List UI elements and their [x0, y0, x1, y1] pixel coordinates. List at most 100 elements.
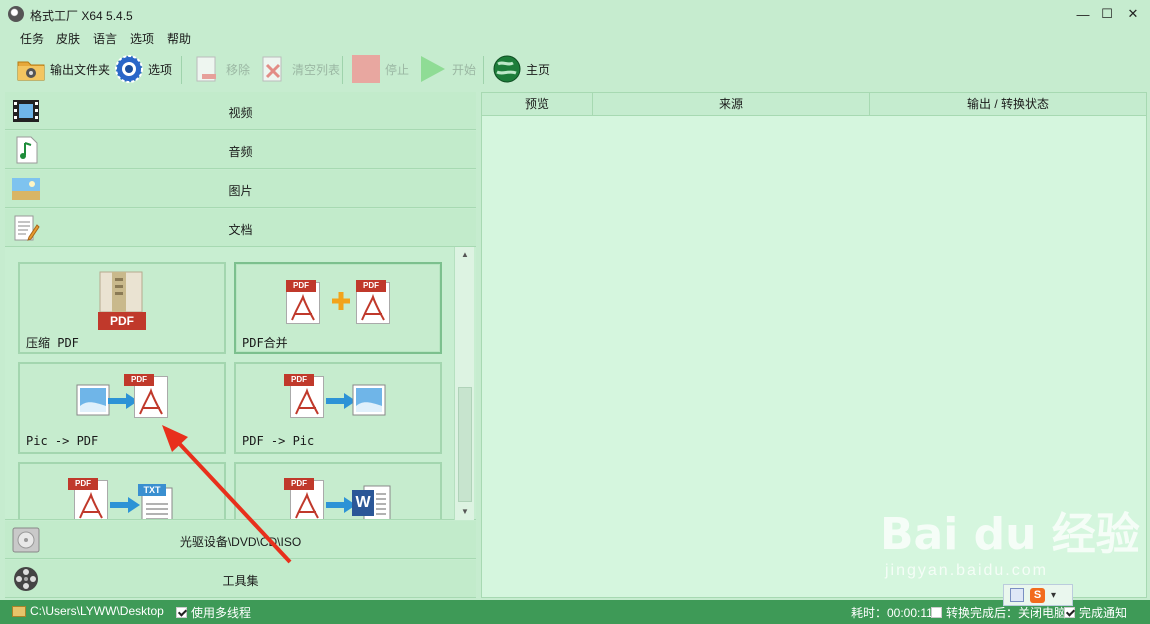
- category-audio-label: 音频: [228, 145, 253, 159]
- globe-home-icon: [492, 54, 522, 84]
- scroll-down-arrow-icon[interactable]: ▼: [455, 504, 475, 520]
- plus-icon: [332, 292, 350, 310]
- clear-list-label: 清空列表: [292, 62, 341, 77]
- pdf-badge: PDF: [68, 478, 98, 490]
- tile-pdf-merge[interactable]: PDF PDF PDF合并: [234, 262, 442, 354]
- multithread-toggle[interactable]: 使用多线程: [176, 604, 251, 621]
- notify-label: 完成通知: [1079, 606, 1128, 620]
- folder-small-icon: [12, 605, 26, 617]
- after-convert-checkbox[interactable]: [931, 607, 942, 618]
- notify-checkbox[interactable]: [1064, 607, 1075, 618]
- tile-pic-to-pdf[interactable]: PDF Pic -> PDF: [18, 362, 226, 454]
- menu-task[interactable]: 任务: [18, 30, 46, 47]
- output-path-text: C:\Users\LYWW\Desktop: [30, 604, 164, 618]
- app-icon: [8, 6, 24, 22]
- column-output-status[interactable]: 输出 / 转换状态: [870, 93, 1146, 116]
- title-bar: 格式工厂 X64 5.4.5 — ☐ ✕: [0, 0, 1150, 28]
- remove-button[interactable]: 移除: [192, 50, 250, 88]
- scrollbar-thumb[interactable]: [458, 387, 472, 502]
- pdf-badge: PDF: [284, 478, 314, 490]
- output-path[interactable]: C:\Users\LYWW\Desktop: [12, 604, 164, 618]
- tile-compress-pdf-label: 压缩 PDF: [26, 336, 79, 350]
- picture-icon: [76, 384, 110, 416]
- window-title: 格式工厂 X64 5.4.5: [30, 9, 133, 23]
- notify-toggle[interactable]: 完成通知: [1064, 604, 1127, 621]
- menu-help[interactable]: 帮助: [165, 30, 193, 47]
- options-button[interactable]: 选项: [114, 50, 172, 88]
- task-table-header: 预览 来源 输出 / 转换状态: [482, 93, 1146, 116]
- category-video[interactable]: 视频: [5, 92, 476, 130]
- start-play-icon: [418, 54, 448, 84]
- acrobat-symbol-icon: [291, 294, 315, 321]
- category-video-label: 视频: [228, 106, 253, 120]
- picture-icon: [352, 384, 386, 416]
- output-folder-label: 输出文件夹: [50, 62, 111, 77]
- options-label: 选项: [148, 62, 173, 77]
- tile-compress-pdf[interactable]: PDF 压缩 PDF: [18, 262, 226, 354]
- acrobat-symbol-icon: [361, 294, 385, 321]
- output-folder-button[interactable]: 输出文件夹: [16, 50, 110, 88]
- pdf-badge: PDF: [286, 280, 316, 292]
- category-disc-label: 光驱设备\DVD\CD\ISO: [179, 535, 302, 549]
- category-document[interactable]: 文档: [5, 209, 476, 247]
- minimize-button[interactable]: —: [1070, 4, 1096, 24]
- category-audio[interactable]: 音频: [5, 131, 476, 169]
- category-image-label: 图片: [228, 184, 253, 198]
- tile-pic-to-pdf-label: Pic -> PDF: [26, 434, 99, 448]
- category-tools-label: 工具集: [222, 574, 259, 588]
- remove-label: 移除: [226, 62, 251, 77]
- tile-pdf-to-word[interactable]: PDF W: [234, 462, 442, 519]
- multithread-label: 使用多线程: [191, 606, 252, 620]
- menu-bar: 任务 皮肤 语言 选项 帮助: [0, 28, 1150, 48]
- tray-expand-icon[interactable]: ▾: [1051, 590, 1056, 601]
- category-disc[interactable]: 光驱设备\DVD\CD\ISO: [5, 521, 476, 559]
- document-tools-grid: PDF 压缩 PDF PDF PDF PDF合并 PDF Pic -> PDF …: [5, 247, 476, 520]
- acrobat-symbol-icon: [139, 388, 163, 415]
- start-label: 开始: [452, 62, 477, 77]
- options-gear-icon: [114, 54, 144, 84]
- tile-pdf-to-txt[interactable]: PDF TXT: [18, 462, 226, 519]
- menu-options[interactable]: 选项: [128, 30, 156, 47]
- arrow-right-icon: [110, 497, 140, 513]
- status-bar: C:\Users\LYWW\Desktop 使用多线程 耗时：00:00:11 …: [0, 600, 1150, 624]
- category-document-label: 文档: [228, 223, 253, 237]
- start-button[interactable]: 开始: [418, 50, 476, 88]
- pdf-tag-label: PDF: [110, 314, 134, 328]
- toolbar-separator: [483, 56, 484, 84]
- elapsed-time: 耗时：00:00:11: [851, 604, 933, 621]
- pdf-badge: PDF: [284, 374, 314, 386]
- toolbar-separator: [342, 56, 343, 84]
- sogou-ime-icon[interactable]: S: [1030, 587, 1045, 603]
- maximize-button[interactable]: ☐: [1094, 4, 1120, 24]
- scroll-up-arrow-icon[interactable]: ▲: [455, 247, 475, 263]
- acrobat-symbol-icon: [79, 492, 103, 519]
- tile-pdf-to-pic-label: PDF -> Pic: [242, 434, 315, 448]
- column-preview[interactable]: 预览: [482, 93, 593, 116]
- tile-pdf-merge-label: PDF合并: [242, 336, 288, 350]
- left-category-panel: 视频 音频 图片 文档 PDF 压缩 PDF PDF PDF PDF合并 PDF…: [5, 92, 476, 598]
- tools-scrollbar[interactable]: ▲ ▼: [454, 247, 474, 520]
- after-convert-toggle[interactable]: 转换完成后：关闭电脑: [931, 604, 1066, 621]
- toolbar-separator: [181, 56, 182, 84]
- category-image[interactable]: 图片: [5, 170, 476, 208]
- menu-skin[interactable]: 皮肤: [54, 30, 82, 47]
- column-source[interactable]: 来源: [593, 93, 870, 116]
- tile-pdf-to-pic[interactable]: PDF PDF -> Pic: [234, 362, 442, 454]
- txt-badge: TXT: [143, 485, 161, 495]
- home-button[interactable]: 主页: [492, 50, 550, 88]
- baidu-watermark-url: jingyan.baidu.com: [885, 562, 1048, 579]
- clear-list-button[interactable]: 清空列表: [258, 50, 340, 88]
- remove-icon: [192, 54, 222, 84]
- multithread-checkbox[interactable]: [176, 607, 187, 618]
- close-button[interactable]: ✕: [1120, 4, 1146, 24]
- stop-label: 停止: [385, 62, 410, 77]
- elapsed-time-text: 耗时：00:00:11: [851, 606, 933, 620]
- category-tools[interactable]: 工具集: [5, 560, 476, 598]
- folder-icon: [16, 54, 46, 84]
- acrobat-symbol-icon: [295, 492, 319, 519]
- stop-button[interactable]: 停止: [351, 50, 409, 88]
- stop-icon: [351, 54, 381, 84]
- tray-app-icon[interactable]: [1010, 588, 1024, 602]
- menu-language[interactable]: 语言: [91, 30, 119, 47]
- toolbar: 输出文件夹 选项 移除 清空列表 停止 开始 主页: [0, 50, 1150, 90]
